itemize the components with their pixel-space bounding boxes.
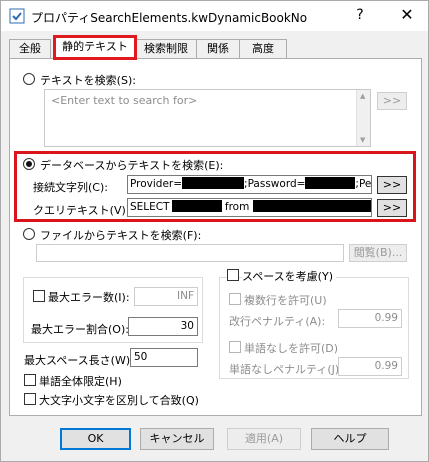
search-file-radio[interactable]	[23, 228, 35, 240]
tab-relations[interactable]: 関係	[196, 39, 240, 59]
connection-suffix: ;Persis	[355, 178, 372, 190]
scroll-down-icon[interactable]: ▼	[360, 136, 365, 144]
whole-word-checkbox[interactable]	[24, 374, 36, 386]
case-sensitive-checkbox[interactable]	[24, 393, 36, 405]
redaction-table	[252, 200, 371, 212]
whole-word-label: 単語全体限定(H)	[39, 375, 122, 388]
query-text-button[interactable]: >>	[377, 199, 407, 217]
redaction-columns	[171, 200, 222, 212]
line-break-penalty-label: 改行ペナルティ(A):	[229, 315, 326, 328]
browse-button[interactable]: 閲覧(B)...	[349, 244, 407, 262]
allow-multiline-label: 複数行を許可(U)	[244, 294, 327, 307]
no-words-penalty-field[interactable]: 0.99	[338, 357, 402, 376]
cancel-button[interactable]: キャンセル	[140, 428, 214, 450]
connection-mid: ;Password=	[244, 178, 306, 190]
max-error-rate-label: 最大エラー割合(O):	[31, 323, 129, 336]
scroll-up-icon[interactable]: ▲	[360, 92, 365, 100]
tab-advanced[interactable]: 高度	[239, 39, 287, 59]
search-text-area[interactable]: <Enter text to search for> ▲ ▼	[44, 89, 371, 147]
query-prefix: SELECT	[130, 201, 170, 213]
search-text-label: テキストを検索(S):	[40, 74, 136, 87]
search-file-label: ファイルからテキストを検索(F):	[40, 229, 202, 242]
no-words-penalty-label: 単語なしペナルティ(J):	[229, 363, 343, 376]
search-text-radio[interactable]	[23, 73, 35, 85]
properties-dialog: プロパティSearchElements.kwDynamicBookNo ? ✕ …	[0, 0, 429, 462]
max-error-rate-field[interactable]: 30	[128, 317, 198, 336]
max-errors-label: 最大エラー数(I):	[48, 291, 130, 304]
search-text-expand-button[interactable]: >>	[377, 92, 407, 110]
case-sensitive-label: 大文字小文字を区別して合致(Q)	[39, 394, 199, 407]
redaction-provider	[182, 177, 245, 189]
help-icon[interactable]: ?	[351, 7, 369, 23]
allow-no-words-checkbox[interactable]	[229, 341, 241, 353]
tab-search-limits[interactable]: 検索制限	[135, 39, 197, 59]
consider-spaces-checkbox[interactable]	[227, 269, 239, 281]
connection-string-label: 接続文字列(C):	[33, 181, 108, 194]
query-text-field[interactable]: SELECT from	[127, 198, 372, 217]
close-icon[interactable]: ✕	[397, 5, 417, 24]
search-database-radio[interactable]	[23, 158, 35, 170]
window-title: プロパティSearchElements.kwDynamicBookNo	[31, 11, 308, 25]
max-space-length-field[interactable]: 50	[130, 348, 198, 367]
help-button[interactable]: ヘルプ	[311, 428, 389, 450]
search-text-scrollbar[interactable]: ▲ ▼	[356, 90, 370, 146]
connection-prefix: Provider=	[130, 178, 183, 190]
tab-static-text[interactable]: 静的テキスト	[53, 35, 137, 60]
search-database-label: データベースからテキストを検索(E):	[40, 159, 224, 172]
max-errors-field[interactable]: INF	[134, 287, 198, 306]
app-icon	[9, 8, 25, 24]
search-text-placeholder: <Enter text to search for>	[51, 94, 198, 107]
ok-button[interactable]: OK	[60, 428, 131, 450]
line-break-penalty-field[interactable]: 0.99	[338, 309, 402, 328]
query-mid: from	[224, 201, 250, 213]
connection-string-field[interactable]: Provider= ;Password= ;Persis	[127, 175, 372, 194]
file-path-field[interactable]	[36, 244, 344, 262]
apply-button[interactable]: 適用(A)	[227, 428, 301, 450]
consider-spaces-label: スペースを考慮(Y)	[242, 268, 336, 284]
allow-multiline-checkbox[interactable]	[229, 293, 241, 305]
redaction-password	[305, 177, 356, 189]
allow-no-words-label: 単語なしを許可(D)	[244, 342, 339, 355]
query-text-label: クエリテキスト(V):	[33, 204, 130, 217]
max-errors-checkbox[interactable]	[33, 290, 45, 302]
tab-general[interactable]: 全般	[9, 39, 51, 59]
connection-string-button[interactable]: >>	[377, 176, 407, 194]
max-space-length-label: 最大スペース長さ(W):	[24, 354, 134, 367]
title-bar: プロパティSearchElements.kwDynamicBookNo ? ✕	[1, 1, 428, 31]
